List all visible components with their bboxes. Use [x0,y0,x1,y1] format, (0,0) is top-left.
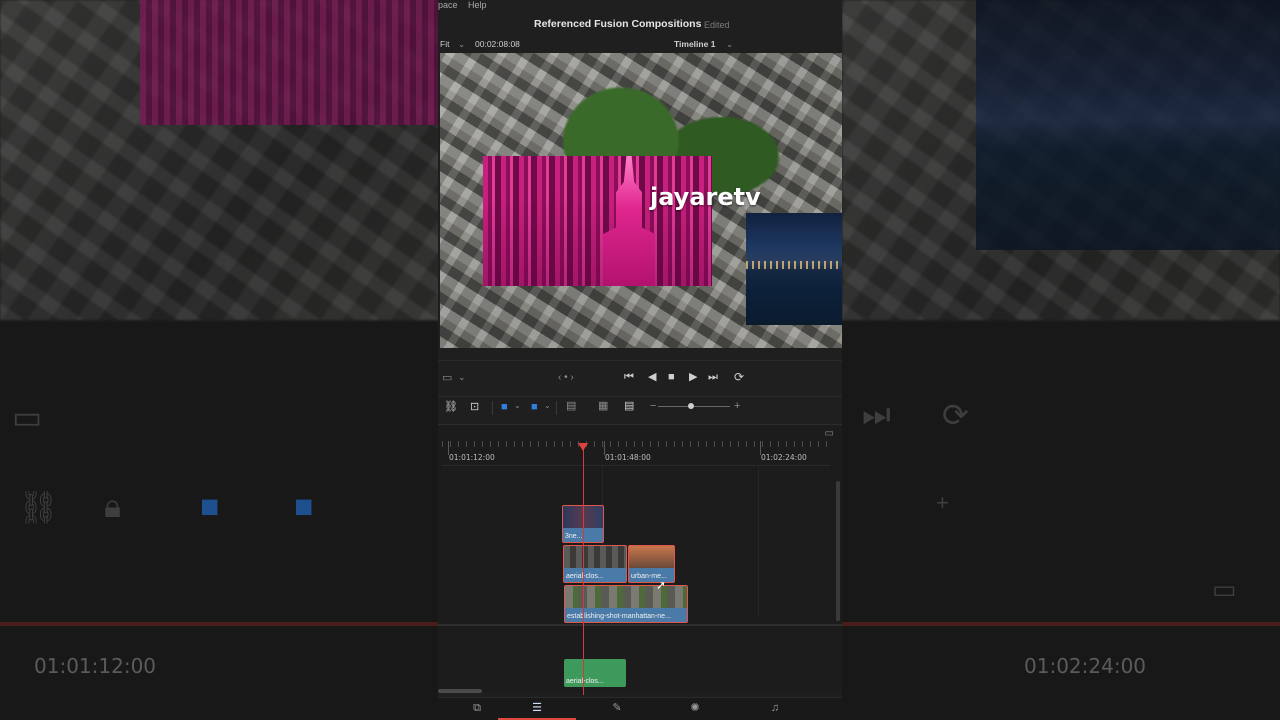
edit-page-icon[interactable]: ☰ [498,698,576,720]
title-bar: Referenced Fusion Compositions Edited [438,14,842,36]
clip-v3a[interactable]: aerial-clos... [563,545,627,583]
track-options-icon[interactable]: ▭ [825,429,834,439]
pink-overlay-clip [483,156,712,286]
background-link-icon: ⛓ [18,489,59,525]
ruler-label-1: 01:01:12:00 [449,453,495,462]
clip-label: aerial-clos... [566,573,604,580]
background-loop-icon: ⟳ [942,397,969,433]
clip-a1[interactable]: aerial-clos... [564,659,626,687]
menu-bar: pace Help [438,0,842,12]
zoom-out-icon[interactable]: − [650,401,656,412]
viewer-timecode: 00:02:08:08 [475,39,520,49]
background-timecode-left: 01:01:12:00 [34,654,157,678]
zoom-slider-track[interactable] [658,406,730,407]
watermark-text: jayaretv [650,183,761,211]
zoom-dropdown[interactable]: Fit [440,39,449,49]
background-left-blur: ▭ ⛓ 🔒︎ ■ ■ 01:01:12:00 [0,0,440,720]
project-title: Referenced Fusion Compositions [534,18,702,30]
background-lock-icon: 🔒︎ [104,488,122,524]
background-ruler-right [842,622,1280,626]
play-icon[interactable]: ▶ [689,372,697,383]
background-night-clip [976,0,1280,250]
loop-icon[interactable]: ⟳ [734,371,744,383]
jog-icon[interactable]: ‹ • › [558,373,574,383]
tower-shape [603,156,655,286]
page-navigation: ⧉ ☰ ✎ ✺ ♫ [438,697,842,720]
zoom-full-icon[interactable]: ▤ [566,401,576,412]
background-right-blur: ⏭ ⟳ + ▭ 01:02:24:00 [842,0,1280,720]
menu-help[interactable]: Help [468,0,487,10]
ruler-label-3: 01:02:24:00 [761,453,807,462]
crop-chevron-icon[interactable]: ⌄ [458,373,466,382]
horizontal-scrollbar[interactable] [438,689,482,693]
flag-icon[interactable]: ■ [501,402,508,413]
playhead-handle[interactable] [578,443,588,451]
stop-icon[interactable]: ■ [668,372,675,383]
video-viewer[interactable]: jayaretv [440,53,842,348]
clip-label: aerial-clos... [566,678,604,685]
timeline-toolbar: ⛓ ⊡ ■ ⌄ ■ ⌄ ▤ ▦ ▤ − + [438,396,842,419]
flag-chevron-icon[interactable]: ⌄ [514,402,521,410]
night-skyline-clip [746,213,842,325]
link-icon[interactable]: ⛓ [444,402,458,413]
zoom-in-icon[interactable]: + [734,401,740,412]
resolve-window: pace Help Referenced Fusion Compositions… [438,0,842,720]
clip-thumbnail [564,546,626,568]
menu-workspace[interactable]: pace [438,0,458,10]
playhead-line[interactable] [583,445,584,695]
go-to-end-icon[interactable]: ⏭ [708,372,718,383]
toolbar-separator-2 [556,401,557,415]
timeline-panel[interactable]: ▭ 01:01:12:00 01:01:48:00 01:02:24:00 3n… [438,424,842,695]
background-marker-icon: ■ [200,488,220,524]
zoom-slider-handle[interactable] [688,403,694,409]
zoom-custom-icon[interactable]: ▤ [624,401,634,412]
background-track-icon: ▭ [1212,574,1237,604]
timecode-ruler[interactable]: 01:01:12:00 01:01:48:00 01:02:24:00 [442,441,830,466]
clip-thumbnail [629,546,674,568]
zoom-detail-icon[interactable]: ▦ [598,401,608,412]
gridline [758,465,759,615]
background-pink-clip [140,0,440,125]
color-page-icon[interactable]: ✺ [656,698,734,720]
crop-icon[interactable]: ▭ [442,373,452,384]
background-plus-icon: + [936,490,949,515]
background-next-icon: ⏭ [862,396,891,432]
city-lights [746,261,842,269]
toolbar-separator [492,401,493,415]
lock-icon[interactable]: ⊡ [470,402,479,413]
background-crop-icon: ▭ [12,399,43,435]
background-flag-icon: ■ [294,488,314,524]
marker-icon[interactable]: ■ [531,402,538,413]
marker-chevron-icon[interactable]: ⌄ [544,402,551,410]
edited-status: Edited [704,20,730,30]
transport-controls: ▭ ⌄ ‹ • › ⏮ ◀ ■ ▶ ⏭ ⟳ [438,360,842,395]
ruler-label-2: 01:01:48:00 [605,453,651,462]
timeline-selector[interactable]: Timeline 1 [674,39,715,49]
timeline-chevron-icon[interactable]: ⌄ [726,39,733,50]
clip-v3b[interactable]: urban-me... [628,545,675,583]
go-to-start-icon[interactable]: ⏮ [624,372,634,383]
video-audio-divider[interactable] [438,624,842,626]
background-timecode-right: 01:02:24:00 [1024,654,1147,678]
play-reverse-icon[interactable]: ◀ [648,372,656,383]
clip-label: 3ne... [565,533,583,540]
fusion-page-icon[interactable]: ✎ [578,698,656,720]
fairlight-page-icon[interactable]: ♫ [736,698,814,720]
mouse-cursor-icon: ➚ [656,578,667,592]
viewer-header: Fit ⌄ 00:02:08:08 Timeline 1 ⌄ [438,36,842,52]
zoom-chevron-icon[interactable]: ⌄ [458,39,465,50]
background-ruler [0,622,440,626]
vertical-scrollbar[interactable] [836,481,840,621]
